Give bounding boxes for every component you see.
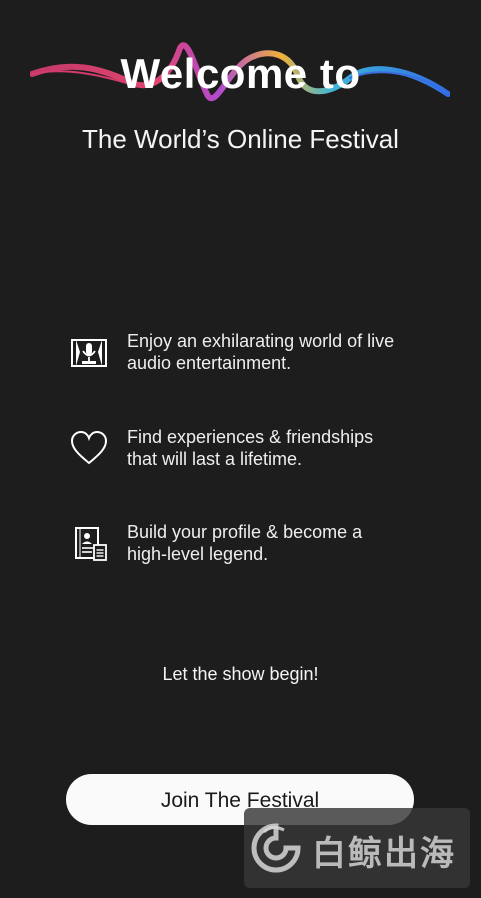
watermark-text: 白鲸出海 xyxy=(312,834,456,874)
whale-logo-icon xyxy=(251,823,301,873)
tagline-text: Let the show begin! xyxy=(162,664,319,684)
feature-text-line: high-level legend. xyxy=(127,544,269,564)
feature-item-live-audio: Enjoy an exhilarating world of live audi… xyxy=(70,330,430,380)
feature-text-line: Find experiences & friendships xyxy=(127,427,374,447)
profile-document-icon xyxy=(75,527,107,561)
feature-text-line: Build your profile & become a xyxy=(127,522,363,542)
heart-icon xyxy=(70,430,108,465)
watermark-overlay: 白鲸出海 xyxy=(244,808,470,888)
feature-item-profile: Build your profile & become a high-level… xyxy=(70,521,430,571)
feature-text-line: that will last a lifetime. xyxy=(127,449,303,469)
page-subtitle: The World’s Online Festival xyxy=(82,124,399,154)
page-title: Welcome to xyxy=(120,50,361,97)
microphone-stage-icon xyxy=(71,339,107,367)
feature-item-friendships: Find experiences & friendships that will… xyxy=(70,426,430,476)
feature-text-line: audio entertainment. xyxy=(127,353,292,373)
feature-text-line: Enjoy an exhilarating world of live xyxy=(127,331,395,351)
welcome-screen: Welcome to The World’s Online Festival E… xyxy=(0,0,481,898)
